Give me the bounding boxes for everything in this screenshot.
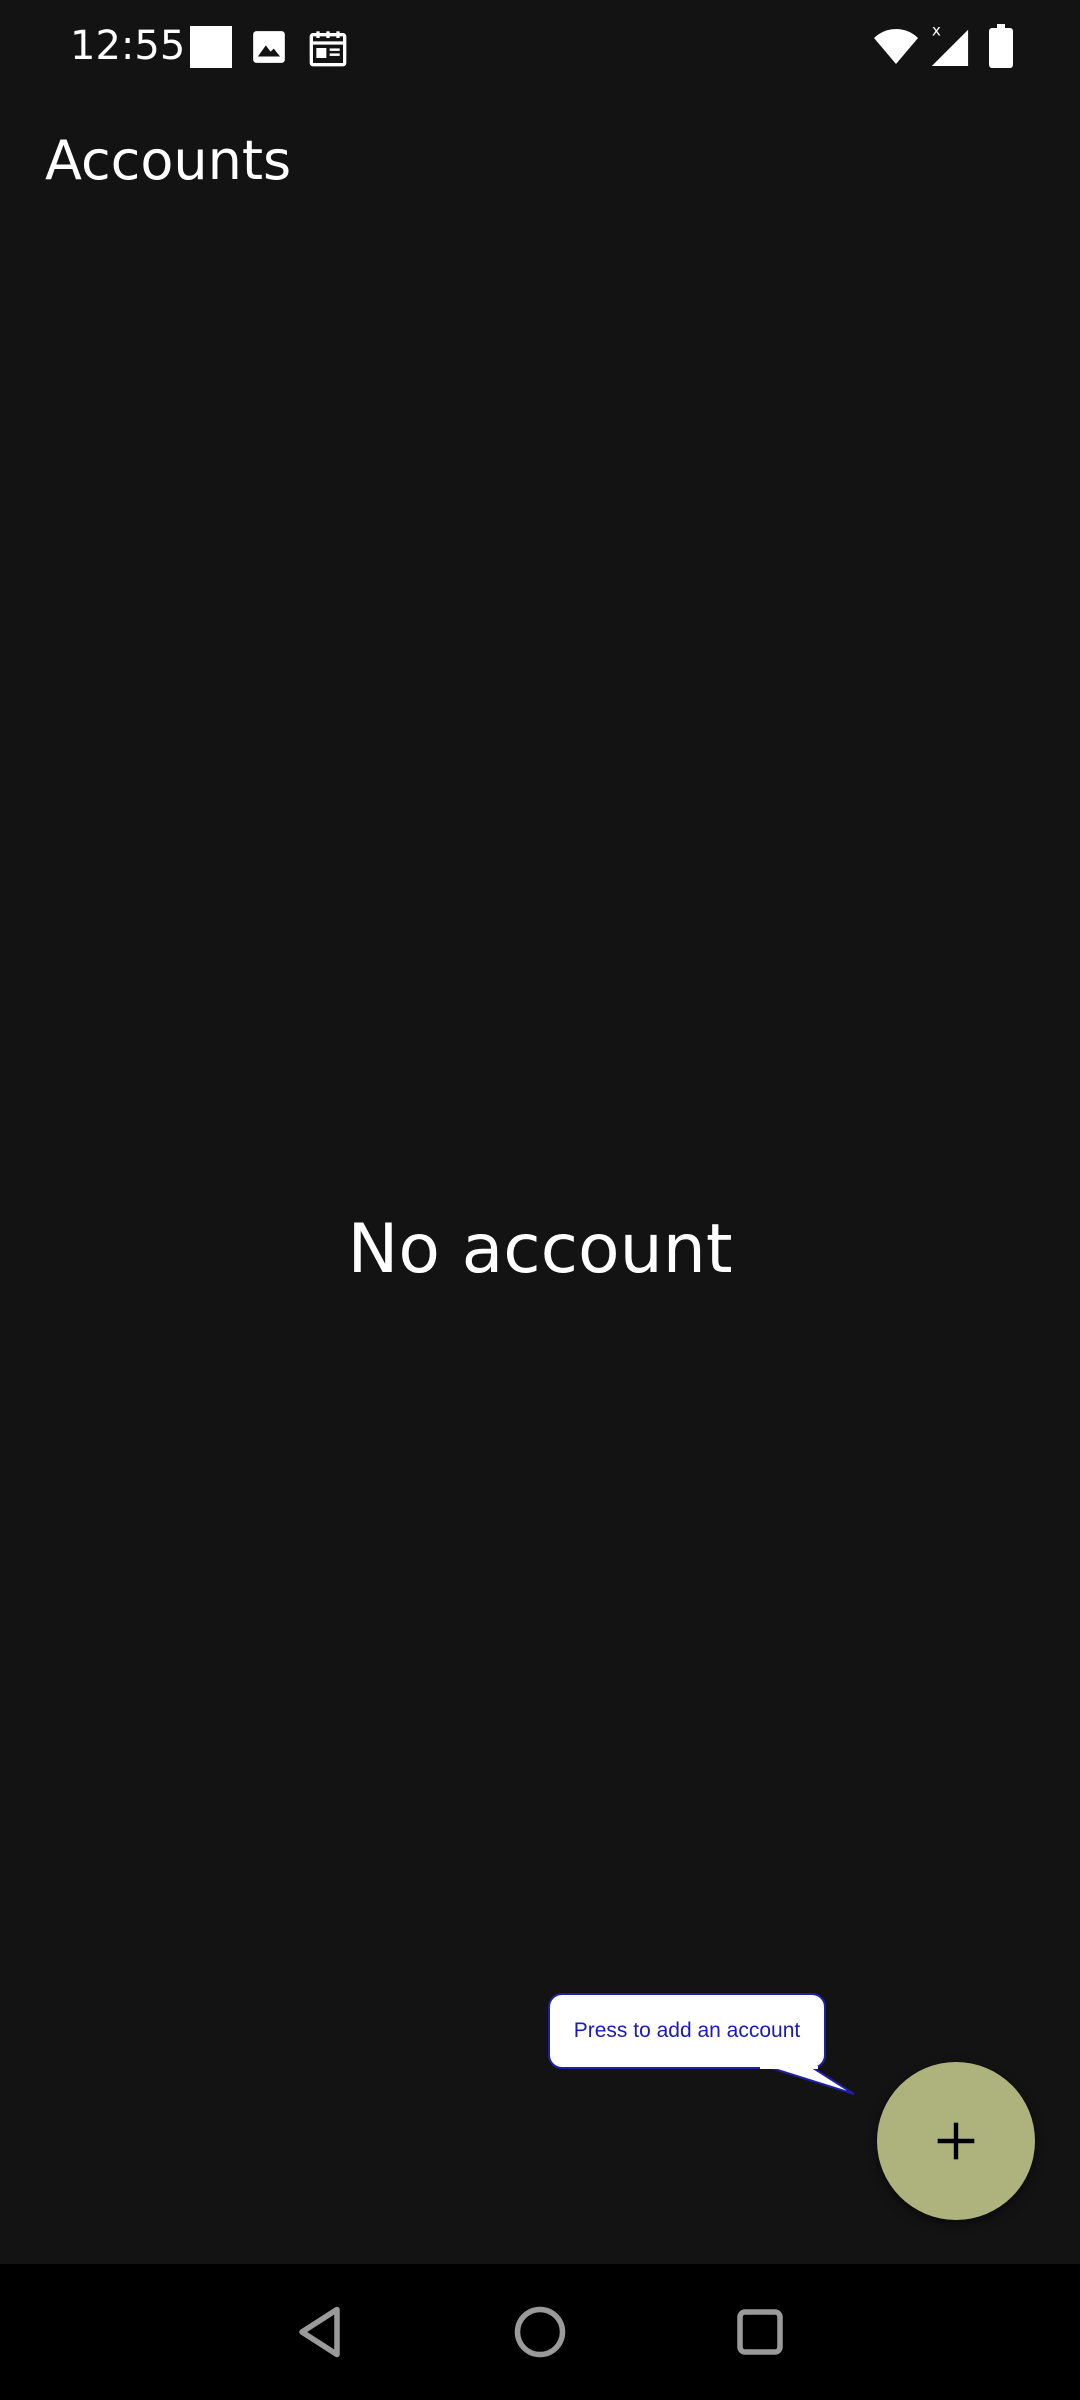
plus-icon: [937, 2122, 975, 2160]
navigation-bar: [0, 2264, 1080, 2400]
empty-state-message: No account: [347, 1210, 733, 1289]
add-account-button[interactable]: [877, 2062, 1035, 2220]
accounts-screen: 12:55 x Accounts No account Press to add…: [0, 0, 1080, 2400]
calendar-icon: [309, 31, 347, 67]
home-icon[interactable]: [510, 2302, 570, 2362]
battery-icon: [989, 24, 1013, 68]
back-icon[interactable]: [292, 2302, 352, 2362]
recents-icon[interactable]: [730, 2302, 790, 2362]
signal-badge: x: [932, 22, 941, 39]
tooltip-text: Press to add an account: [573, 2019, 801, 2042]
status-bar: 12:55 x: [0, 0, 1080, 92]
add-account-tooltip: Press to add an account: [548, 1993, 826, 2069]
square-notification-icon: [190, 26, 232, 68]
page-title: Accounts: [45, 129, 292, 192]
image-icon: [253, 31, 285, 63]
wifi-icon: [874, 29, 918, 64]
tooltip-tail: [760, 2066, 855, 2095]
signal-icon: x: [931, 22, 969, 66]
status-time: 12:55: [70, 23, 186, 69]
